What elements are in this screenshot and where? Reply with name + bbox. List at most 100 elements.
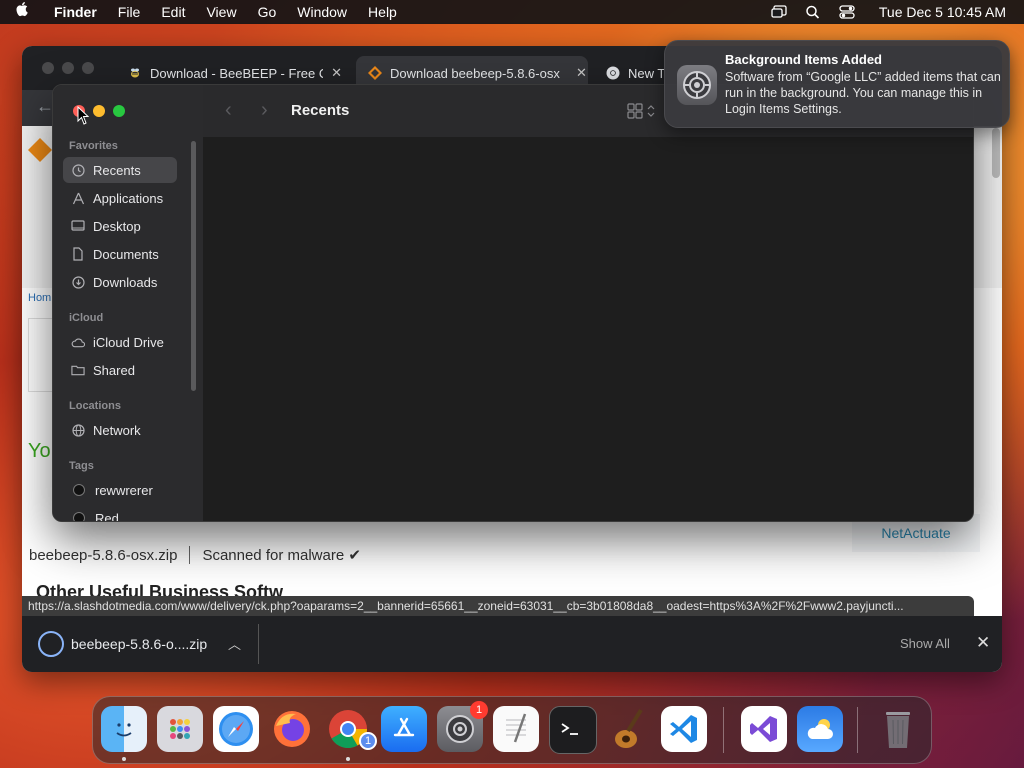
dock-trash-icon[interactable] xyxy=(875,706,921,752)
dock-app-store-icon[interactable] xyxy=(381,706,427,752)
sidebar-item-label: Applications xyxy=(93,190,164,206)
chrome-icon xyxy=(606,66,620,80)
tab-title: Download beebeep-5.8.6-osx xyxy=(390,65,560,81)
sidebar-item-label: Red xyxy=(95,510,119,522)
notification-body: Software from “Google LLC” added items t… xyxy=(725,70,1001,116)
running-indicator xyxy=(346,757,350,761)
menu-go[interactable]: Go xyxy=(258,4,277,20)
chrome-close-button[interactable] xyxy=(42,62,54,74)
dock-vscode-icon[interactable] xyxy=(661,706,707,752)
finder-window-title: Recents xyxy=(291,102,350,119)
sidebar-item-downloads[interactable]: Downloads xyxy=(63,269,177,295)
sidebar-section-favorites: Favorites xyxy=(69,140,118,152)
sidebar-item-shared[interactable]: Shared xyxy=(63,357,177,383)
tag-dot-icon xyxy=(73,512,85,521)
menu-app-name[interactable]: Finder xyxy=(54,4,97,20)
finder-window: Favorites Recents Applications Desktop D… xyxy=(52,84,974,522)
finder-zoom-button[interactable] xyxy=(113,105,125,117)
sidebar-item-label: Shared xyxy=(93,362,135,378)
chrome-download-badge: 1 xyxy=(359,732,377,750)
forward-chevron-icon[interactable]: › xyxy=(261,99,268,122)
dock-finder-icon[interactable] xyxy=(101,706,147,752)
menu-window[interactable]: Window xyxy=(297,4,347,20)
sidebar-item-label: Documents xyxy=(93,246,159,262)
dock-separator xyxy=(723,707,724,753)
sidebar-item-applications[interactable]: Applications xyxy=(63,185,177,211)
dock-firefox-icon[interactable] xyxy=(269,706,315,752)
dock-launchpad-icon[interactable] xyxy=(157,706,203,752)
control-center-icon[interactable] xyxy=(839,5,855,19)
malware-scan-status: Scanned for malware ✔ xyxy=(202,547,361,564)
menu-edit[interactable]: Edit xyxy=(161,4,185,20)
background-items-notification[interactable]: Background Items Added Software from “Go… xyxy=(664,40,1010,128)
finder-content-area[interactable] xyxy=(203,137,973,521)
notification-badge: 1 xyxy=(470,701,488,719)
spotlight-search-icon[interactable] xyxy=(805,5,821,19)
tab-close-icon[interactable]: ✕ xyxy=(576,65,587,81)
back-chevron-icon[interactable]: ‹ xyxy=(225,99,232,122)
download-icon xyxy=(71,275,85,289)
sidebar-item-network[interactable]: Network xyxy=(63,417,177,443)
tag-dot-icon xyxy=(73,484,85,496)
cloud-icon xyxy=(71,335,85,349)
dock: 1 1 xyxy=(92,696,932,764)
sidebar-item-label: Recents xyxy=(93,162,141,178)
dock-chrome-icon[interactable]: 1 xyxy=(325,706,377,752)
menu-help[interactable]: Help xyxy=(368,4,397,20)
dock-separator xyxy=(857,707,858,753)
clock-icon xyxy=(71,163,85,177)
menu-file[interactable]: File xyxy=(118,4,141,20)
tab-close-icon[interactable]: ✕ xyxy=(331,65,342,81)
dock-visual-studio-icon[interactable] xyxy=(741,706,787,752)
page-scrollbar[interactable] xyxy=(992,128,1000,178)
download-filename: beebeep-5.8.6-osx.zip xyxy=(29,546,178,564)
divider xyxy=(189,546,191,564)
mouse-pointer-icon xyxy=(77,105,90,126)
dock-safari-icon[interactable] xyxy=(213,706,259,752)
chrome-zoom-button[interactable] xyxy=(82,62,94,74)
breadcrumb-home-link[interactable]: Hom xyxy=(28,292,51,304)
menu-bar: Finder File Edit View Go Window Help Tue… xyxy=(0,0,1024,24)
menu-view[interactable]: View xyxy=(206,4,236,20)
sidebar-item-label: iCloud Drive xyxy=(93,334,164,350)
beebeep-logo-icon xyxy=(368,66,382,80)
applications-icon xyxy=(71,191,85,205)
dock-textedit-icon[interactable] xyxy=(493,706,539,752)
sidebar-item-tag-red[interactable]: Red xyxy=(63,505,177,522)
sidebar-item-tag-rewwrerer[interactable]: rewwrerer xyxy=(63,477,177,503)
shared-folder-icon xyxy=(71,363,85,377)
download-file-icon[interactable] xyxy=(38,631,64,657)
status-bar-url: https://a.slashdotmedia.com/www/delivery… xyxy=(22,596,974,616)
divider xyxy=(258,624,259,664)
dock-weather-icon[interactable] xyxy=(797,706,843,752)
desktop-icon xyxy=(71,219,85,233)
chevron-up-icon[interactable]: ︿ xyxy=(228,634,241,653)
sidebar-item-icloud-drive[interactable]: iCloud Drive xyxy=(63,329,177,355)
bee-icon xyxy=(128,66,142,80)
globe-icon xyxy=(71,423,85,437)
sidebar-section-icloud: iCloud xyxy=(69,312,104,324)
page-headline: Yo xyxy=(28,440,51,462)
download-item-name[interactable]: beebeep-5.8.6-o....zip xyxy=(71,636,207,652)
sidebar-section-locations: Locations xyxy=(69,400,121,412)
show-all-button[interactable]: Show All xyxy=(900,636,950,651)
finder-sidebar: Favorites Recents Applications Desktop D… xyxy=(53,85,203,521)
dock-terminal-icon[interactable] xyxy=(549,706,597,754)
close-icon[interactable]: ✕ xyxy=(976,633,990,653)
chrome-minimize-button[interactable] xyxy=(62,62,74,74)
apple-menu-icon[interactable] xyxy=(16,1,36,23)
screen-mirroring-icon[interactable] xyxy=(771,5,787,19)
menu-bar-clock[interactable]: Tue Dec 5 10:45 AM xyxy=(879,4,1006,20)
sidebar-scrollbar[interactable] xyxy=(191,141,196,391)
tab-title: New T xyxy=(628,65,666,81)
sidebar-item-desktop[interactable]: Desktop xyxy=(63,213,177,239)
sidebar-item-documents[interactable]: Documents xyxy=(63,241,177,267)
sidebar-item-recents[interactable]: Recents xyxy=(63,157,177,183)
dock-garageband-icon[interactable] xyxy=(605,706,651,752)
download-bar: beebeep-5.8.6-o....zip ︿ Show All ✕ xyxy=(22,616,1002,672)
sidebar-item-label: rewwrerer xyxy=(95,482,153,498)
view-grid-icon[interactable] xyxy=(627,103,657,124)
finder-minimize-button[interactable] xyxy=(93,105,105,117)
dock-system-settings-icon[interactable]: 1 xyxy=(437,701,488,752)
sidebar-item-label: Downloads xyxy=(93,274,158,290)
